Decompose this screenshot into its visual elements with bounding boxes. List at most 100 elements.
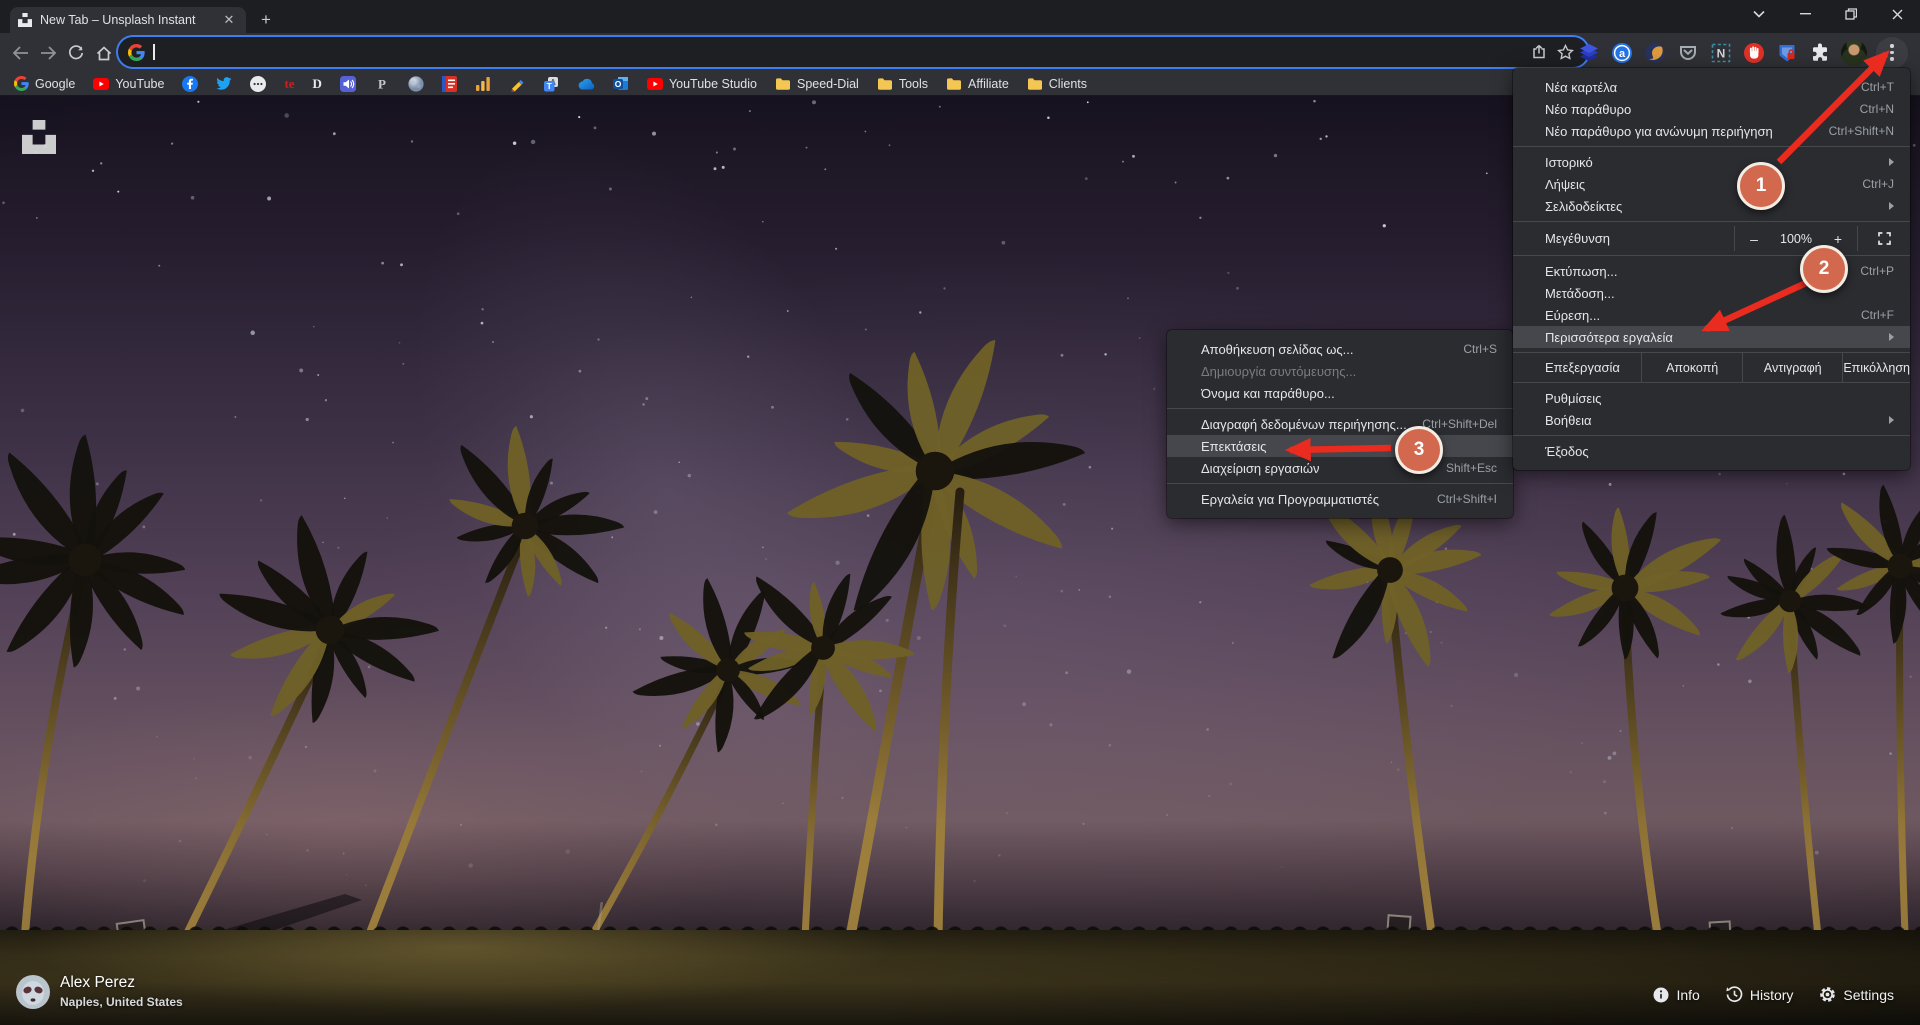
menu-item-clear-browsing-data[interactable]: Διαγραφή δεδομένων περιήγησης...Ctrl+Shi… — [1167, 413, 1513, 435]
annotation-step-2: 2 — [1800, 245, 1848, 293]
bookmark-facebook-icon[interactable] — [182, 76, 198, 92]
google-favicon-icon — [128, 44, 145, 61]
photo-credit[interactable]: Alex Perez Naples, United States — [16, 974, 183, 1009]
zoom-level-value: 100% — [1773, 232, 1819, 246]
menu-item-new-tab[interactable]: Νέα καρτέλαCtrl+T — [1513, 76, 1910, 98]
photographer-name[interactable]: Alex Perez — [60, 974, 183, 992]
bookmark-folder-affiliate[interactable]: Affiliate — [946, 77, 1009, 91]
bookmark-medium-dots-icon[interactable] — [250, 76, 266, 92]
photographer-location: Naples, United States — [60, 995, 183, 1009]
tab-title: New Tab – Unsplash Instant — [40, 13, 220, 27]
extensions-puzzle-icon[interactable] — [1808, 41, 1832, 65]
bookmark-twitter-icon[interactable] — [216, 77, 232, 91]
bookmark-folder-clients[interactable]: Clients — [1027, 77, 1087, 91]
annotation-step-1: 1 — [1737, 162, 1785, 210]
menu-item-create-shortcut: Δημιουργία συντόμευσης... — [1167, 360, 1513, 382]
bookmark-folder-speed-dial[interactable]: Speed-Dial — [775, 77, 859, 91]
bookmark-te-icon[interactable]: te — [284, 76, 294, 92]
reload-icon[interactable] — [62, 39, 90, 67]
menu-item-name-window[interactable]: Όνομα και παράθυρο... — [1167, 382, 1513, 404]
bookmark-red-doc-icon[interactable] — [442, 76, 457, 92]
tab-strip: New Tab – Unsplash Instant ✕ + — [0, 0, 1920, 33]
browser-menu-kebab-icon[interactable] — [1876, 37, 1908, 69]
menu-item-history[interactable]: Ιστορικό — [1513, 151, 1910, 173]
history-icon — [1726, 986, 1743, 1003]
submenu-arrow-icon — [1889, 158, 1894, 166]
copy-button[interactable]: Αντιγραφή — [1742, 353, 1842, 382]
gear-icon — [1819, 986, 1836, 1003]
a-circle-extension-icon[interactable]: a — [1610, 41, 1634, 65]
paste-button[interactable]: Επικόλληση — [1842, 353, 1910, 382]
new-tab-button[interactable]: + — [254, 8, 278, 32]
menu-separator — [1167, 483, 1513, 484]
menu-item-more-tools[interactable]: Περισσότερα εργαλεία — [1513, 326, 1910, 348]
youtube-icon — [647, 78, 663, 90]
bookmark-translate-icon[interactable]: AT — [543, 76, 559, 92]
share-icon[interactable] — [1526, 39, 1552, 65]
menu-item-task-manager[interactable]: Διαχείριση εργασιώνShift+Esc — [1167, 457, 1513, 479]
bookmark-onedrive-icon[interactable] — [577, 78, 595, 90]
youtube-icon — [93, 78, 109, 90]
more-tools-submenu: Αποθήκευση σελίδας ως...Ctrl+S Δημιουργί… — [1167, 330, 1513, 518]
menu-separator — [1513, 435, 1910, 436]
layers-extension-icon[interactable] — [1577, 41, 1601, 65]
settings-link[interactable]: Settings — [1819, 986, 1894, 1003]
menu-item-new-incognito-window[interactable]: Νέο παράθυρο για ανώνυμη περιήγησηCtrl+S… — [1513, 120, 1910, 142]
address-bar-input[interactable] — [118, 37, 1588, 67]
swirl-extension-icon[interactable] — [1643, 41, 1667, 65]
back-icon[interactable] — [6, 39, 34, 67]
browser-window: New Tab – Unsplash Instant ✕ + a — [0, 0, 1920, 1025]
menu-separator — [1513, 146, 1910, 147]
menu-item-downloads[interactable]: ΛήψειςCtrl+J — [1513, 173, 1910, 195]
n-clipper-icon[interactable]: N — [1709, 41, 1733, 65]
tab-new-tab[interactable]: New Tab – Unsplash Instant ✕ — [10, 7, 246, 33]
bookmark-speaker-icon[interactable] — [340, 76, 356, 92]
bookmark-youtube-studio[interactable]: YouTube Studio — [647, 77, 757, 91]
folder-icon — [946, 77, 962, 91]
bookmark-pencil-icon[interactable] — [509, 76, 525, 92]
close-button[interactable] — [1874, 0, 1920, 28]
svg-text:O: O — [615, 79, 622, 89]
menu-item-print[interactable]: Εκτύπωση...Ctrl+P — [1513, 260, 1910, 282]
menu-item-developer-tools[interactable]: Εργαλεία για ΠρογραμματιστέςCtrl+Shift+I — [1167, 488, 1513, 510]
zoom-out-button[interactable]: – — [1735, 231, 1773, 247]
shield-lock-icon[interactable] — [1775, 41, 1799, 65]
info-link[interactable]: Info — [1653, 987, 1699, 1003]
menu-item-cast[interactable]: Μετάδοση... — [1513, 282, 1910, 304]
menu-item-help[interactable]: Βοήθεια — [1513, 409, 1910, 431]
menu-separator — [1167, 408, 1513, 409]
minimize-button[interactable] — [1782, 0, 1828, 28]
svg-text:P: P — [378, 76, 386, 91]
bookmark-p-letter-icon[interactable]: P — [374, 76, 390, 92]
pocket-icon[interactable] — [1676, 41, 1700, 65]
menu-separator — [1513, 221, 1910, 222]
cut-button[interactable]: Αποκοπή — [1641, 353, 1742, 382]
menu-item-extensions[interactable]: Επεκτάσεις — [1167, 435, 1513, 457]
bookmark-youtube[interactable]: YouTube — [93, 77, 164, 91]
bookmark-folder-tools[interactable]: Tools — [877, 77, 928, 91]
bookmark-globe-icon[interactable] — [408, 76, 424, 92]
menu-item-new-window[interactable]: Νέο παράθυροCtrl+N — [1513, 98, 1910, 120]
profile-avatar[interactable] — [1841, 40, 1867, 66]
menu-item-save-page-as[interactable]: Αποθήκευση σελίδας ως...Ctrl+S — [1167, 338, 1513, 360]
submenu-arrow-icon — [1889, 202, 1894, 210]
forward-icon[interactable] — [34, 39, 62, 67]
menu-item-exit[interactable]: Έξοδος — [1513, 440, 1910, 462]
bookmark-d-letter-icon[interactable]: D — [313, 76, 322, 92]
fullscreen-button[interactable] — [1858, 232, 1910, 245]
bookmark-outlook-icon[interactable]: O — [613, 76, 629, 91]
bookmark-google[interactable]: Google — [14, 76, 75, 91]
svg-text:a: a — [1619, 48, 1626, 60]
browser-main-menu: Νέα καρτέλαCtrl+T Νέο παράθυροCtrl+N Νέο… — [1513, 68, 1910, 470]
home-icon[interactable] — [90, 39, 118, 67]
menu-item-find[interactable]: Εύρεση...Ctrl+F — [1513, 304, 1910, 326]
menu-item-settings[interactable]: Ρυθμίσεις — [1513, 387, 1910, 409]
tab-close-icon[interactable]: ✕ — [220, 12, 238, 28]
bookmark-star-icon[interactable] — [1552, 39, 1578, 65]
history-link[interactable]: History — [1726, 986, 1794, 1003]
restore-button[interactable] — [1828, 0, 1874, 28]
menu-item-bookmarks[interactable]: Σελιδοδείκτες — [1513, 195, 1910, 217]
bookmark-bar-chart-icon[interactable] — [475, 76, 491, 91]
tab-search-chevron-icon[interactable] — [1736, 0, 1782, 28]
hand-blocker-icon[interactable] — [1742, 41, 1766, 65]
